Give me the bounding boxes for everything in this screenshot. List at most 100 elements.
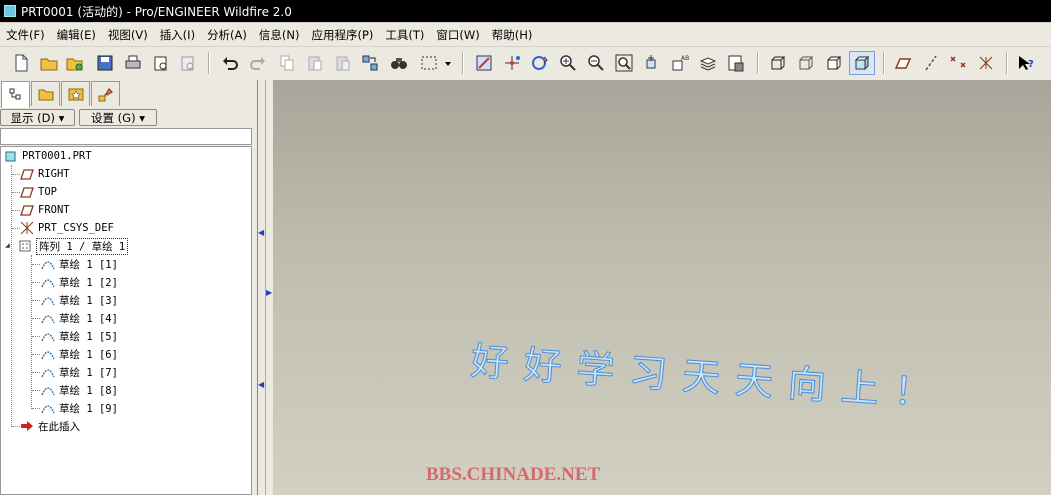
- spin-center-icon[interactable]: [501, 52, 523, 74]
- folder-browser-tab[interactable]: [31, 81, 60, 106]
- tree-item-sketch[interactable]: 草绘 1 [5]: [41, 327, 118, 345]
- find-icon[interactable]: [388, 52, 410, 74]
- sketch-icon: [41, 297, 55, 306]
- regenerate-icon[interactable]: [359, 52, 381, 74]
- chevron-down-icon[interactable]: [442, 52, 454, 74]
- wireframe-icon[interactable]: [767, 52, 789, 74]
- show-dropdown-button[interactable]: 显示 (D) ▾: [0, 109, 75, 126]
- tree-connector: [12, 174, 20, 175]
- tree-item-sketch[interactable]: 草绘 1 [3]: [41, 291, 118, 309]
- saved-views-icon[interactable]: AB: [669, 52, 691, 74]
- datum-plane-icon: [20, 169, 34, 180]
- coordinate-systems-icon[interactable]: [975, 52, 997, 74]
- tree-item-label: 草绘 1 [7]: [59, 366, 118, 379]
- pattern-icon: [19, 240, 31, 252]
- tree-item-sketch[interactable]: 草绘 1 [6]: [41, 345, 118, 363]
- tree-item-sketch[interactable]: 草绘 1 [1]: [41, 255, 118, 273]
- send-mail-icon[interactable]: [150, 52, 172, 74]
- send-link-icon[interactable]: [177, 52, 199, 74]
- redo-icon[interactable]: [247, 52, 269, 74]
- tree-item-sketch[interactable]: 草绘 1 [7]: [41, 363, 118, 381]
- shading-icon[interactable]: [849, 51, 875, 75]
- orient-mode-icon[interactable]: [529, 52, 551, 74]
- navigator-panel: 显示 (D) ▾ 设置 (G) ▾ PRT0001.PRT RIGHT TOP …: [0, 80, 257, 495]
- tree-root[interactable]: PRT0001.PRT: [4, 147, 92, 165]
- tree-root-label: PRT0001.PRT: [22, 150, 92, 162]
- connections-tab[interactable]: [91, 81, 120, 106]
- no-hidden-icon[interactable]: [823, 52, 845, 74]
- tree-connector: [32, 372, 40, 373]
- datum-plane-icon: [20, 187, 34, 198]
- repaint-icon[interactable]: [473, 52, 495, 74]
- menu-tools[interactable]: 工具(T): [379, 27, 430, 43]
- tree-connector: [12, 426, 20, 427]
- part-icon: [5, 151, 16, 162]
- datum-points-icon[interactable]: [947, 52, 969, 74]
- sketch-icon: [41, 315, 55, 324]
- sketch-icon: [41, 387, 55, 396]
- tree-item-sketch[interactable]: 草绘 1 [4]: [41, 309, 118, 327]
- tree-item-right[interactable]: RIGHT: [20, 165, 70, 183]
- favorites-tab[interactable]: [61, 81, 90, 106]
- tree-connector: [12, 210, 20, 211]
- undo-icon[interactable]: [219, 52, 241, 74]
- select-box-icon[interactable]: [416, 52, 442, 74]
- tree-item-sketch[interactable]: 草绘 1 [2]: [41, 273, 118, 291]
- favorites-icon: [68, 88, 83, 101]
- paste-icon[interactable]: [304, 52, 326, 74]
- open-folder-icon[interactable]: [38, 52, 60, 74]
- datum-planes-icon[interactable]: [892, 52, 914, 74]
- tree-item-pattern[interactable]: 阵列 1 / 草绘 1: [4, 237, 129, 255]
- copy-icon[interactable]: [276, 52, 298, 74]
- tree-item-front[interactable]: FRONT: [20, 201, 70, 219]
- window-title: PRT0001 (活动的) - Pro/ENGINEER Wildfire 2.…: [21, 4, 292, 19]
- refit-icon[interactable]: [613, 52, 635, 74]
- tree-item-sketch[interactable]: 草绘 1 [9]: [41, 399, 118, 417]
- menu-help[interactable]: 帮助(H): [486, 27, 539, 43]
- folder-icon: [38, 89, 53, 101]
- tree-connector: [12, 228, 20, 229]
- menu-file[interactable]: 文件(F): [0, 27, 51, 43]
- chevron-right-icon[interactable]: ▶: [266, 288, 272, 297]
- zoom-in-icon[interactable]: [557, 52, 579, 74]
- save-icon[interactable]: [94, 52, 116, 74]
- menu-insert[interactable]: 插入(I): [154, 27, 201, 43]
- menu-view[interactable]: 视图(V): [102, 27, 154, 43]
- print-icon[interactable]: [122, 52, 144, 74]
- open-object-icon[interactable]: [64, 52, 86, 74]
- chevron-left-icon[interactable]: ◀: [258, 380, 264, 389]
- tree-item-insert-here[interactable]: 在此插入: [20, 417, 80, 435]
- tree-item-csys[interactable]: PRT_CSYS_DEF: [20, 219, 114, 237]
- chevron-left-icon[interactable]: ◀: [258, 228, 264, 237]
- tree-connector: [31, 255, 32, 409]
- zoom-out-icon[interactable]: [585, 52, 607, 74]
- menu-analysis[interactable]: 分析(A): [201, 27, 253, 43]
- datum-axes-icon[interactable]: [920, 52, 942, 74]
- toolbar-separator: [208, 52, 210, 74]
- context-help-icon[interactable]: ?: [1015, 52, 1037, 74]
- new-file-icon[interactable]: [10, 52, 32, 74]
- settings-dropdown-button[interactable]: 设置 (G) ▾: [79, 109, 157, 126]
- model-tree-tab[interactable]: [1, 81, 30, 108]
- tree-item-top[interactable]: TOP: [20, 183, 57, 201]
- tree-item-label: 草绘 1 [4]: [59, 312, 118, 325]
- paste-special-icon[interactable]: [332, 52, 354, 74]
- sketch-icon: [41, 351, 55, 360]
- toolbar-separator: [757, 52, 759, 74]
- tree-item-sketch[interactable]: 草绘 1 [8]: [41, 381, 118, 399]
- reorient-icon[interactable]: [641, 52, 663, 74]
- tree-item-label: 草绘 1 [9]: [59, 402, 118, 415]
- view-manager-icon[interactable]: [725, 52, 747, 74]
- layers-icon[interactable]: [697, 52, 719, 74]
- menu-edit[interactable]: 编辑(E): [51, 27, 102, 43]
- collapse-triangle-icon[interactable]: [4, 242, 12, 250]
- menu-bar: 文件(F) 编辑(E) 视图(V) 插入(I) 分析(A) 信息(N) 应用程序…: [0, 23, 1051, 46]
- hidden-line-icon[interactable]: [795, 52, 817, 74]
- menu-window[interactable]: 窗口(W): [430, 27, 485, 43]
- menu-info[interactable]: 信息(N): [253, 27, 306, 43]
- tree-item-label: PRT_CSYS_DEF: [38, 222, 114, 234]
- tree-connector: [12, 192, 20, 193]
- title-bar: PRT0001 (活动的) - Pro/ENGINEER Wildfire 2.…: [0, 0, 1051, 22]
- menu-applications[interactable]: 应用程序(P): [305, 27, 379, 43]
- graphics-window[interactable]: 好好学习天天向上！ BBS.CHINADE.NET: [273, 80, 1051, 495]
